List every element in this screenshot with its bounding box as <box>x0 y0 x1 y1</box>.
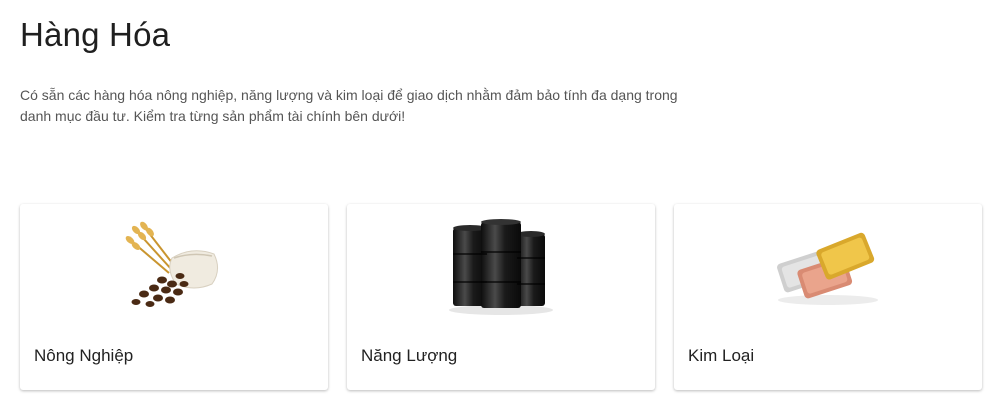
card-label-agriculture: Nông Nghiệp <box>34 346 134 365</box>
oil-barrels-icon <box>347 218 655 318</box>
page-title: Hàng Hóa <box>20 16 171 53</box>
card-agriculture[interactable]: Nông Nghiệp <box>20 204 328 390</box>
wheat-coffee-sack-icon <box>20 218 328 318</box>
commodity-cards: Nông Nghiệp Năng Lượng Kim Loại <box>20 204 982 390</box>
card-label-metals: Kim Loại <box>688 346 755 365</box>
card-metals[interactable]: Kim Loại <box>674 204 982 390</box>
commodities-page: Hàng Hóa Có sẵn các hàng hóa nông nghiệp… <box>0 0 1000 400</box>
card-label-energy: Năng Lượng <box>361 346 458 365</box>
page-intro: Có sẵn các hàng hóa nông nghiệp, năng lư… <box>20 87 678 124</box>
metal-bars-icon <box>674 218 982 318</box>
card-energy[interactable]: Năng Lượng <box>347 204 655 390</box>
